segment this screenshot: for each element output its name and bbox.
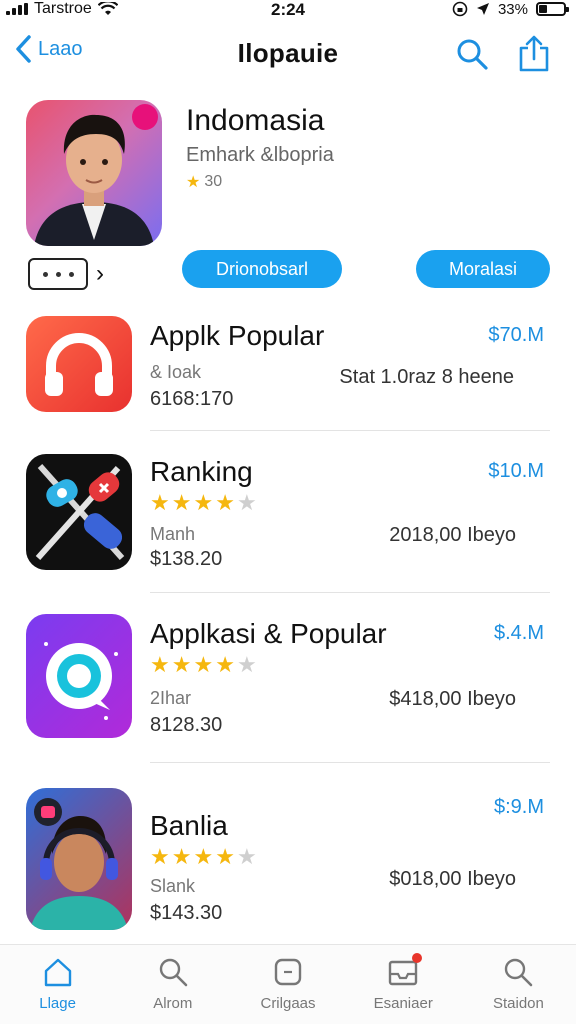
app-detail: $418,00 Ibeyo (389, 688, 516, 710)
category-icon (271, 955, 305, 989)
chat-app-icon (26, 614, 132, 738)
tab-label: Alrom (153, 995, 193, 1012)
headphones-icon (45, 333, 113, 396)
battery-percent: 33% (497, 0, 528, 18)
featured-rating: ★ 30 (186, 172, 222, 192)
search-icon (156, 955, 190, 989)
secondary-action-button[interactable]: Moralasi (416, 250, 550, 288)
app-name: Banlia (150, 810, 228, 841)
search-icon (457, 39, 488, 70)
chevron-right-icon[interactable]: › (96, 260, 104, 288)
app-size: 6168:170 (150, 388, 234, 410)
home-icon (41, 955, 75, 989)
tab-label: Staidon (492, 995, 544, 1012)
star-icon: ★ (215, 490, 235, 515)
featured-section: Indomasia Emhark &lbopria ★ 30 › Drionob… (0, 100, 576, 300)
app-meta: & Ioak (150, 362, 202, 382)
app-row[interactable]: Banlia $:9.M ★ ★ ★ ★ ★ Slank $143.30 $01… (0, 788, 576, 930)
card-toggle-button[interactable] (28, 258, 88, 290)
star-icon: ★ (171, 652, 192, 677)
app-detail: $018,00 Ibeyo (389, 868, 516, 890)
app-price-button[interactable]: $10.M (488, 460, 544, 483)
divider (150, 592, 550, 593)
location-icon (476, 3, 489, 15)
featured-subtitle: Emhark &lbopria (186, 144, 334, 166)
star-icon: ★ (193, 490, 214, 515)
tab-bar: Llage Alrom Crilgaas Esaniaer Staidon (0, 944, 576, 1024)
star-icon: ★ (215, 844, 235, 869)
primary-action-button[interactable]: Drionobsarl (182, 250, 342, 288)
person-with-headphones-icon (30, 798, 128, 930)
chat-bubble-icon (44, 642, 118, 720)
star-rating: ★ ★ ★ ★ ★ (150, 654, 257, 676)
search-icon (501, 955, 535, 989)
tools-app-icon (26, 454, 132, 570)
app-name: Ranking (150, 456, 253, 487)
app-size: 8128.30 (150, 714, 223, 736)
dot-icon (42, 271, 48, 277)
app-price-button[interactable]: $:9.M (494, 796, 544, 819)
star-icon: ★ (193, 652, 214, 677)
battery-icon (536, 2, 569, 16)
star-icon: ★ (171, 844, 192, 869)
tab-label: Crilgaas (260, 995, 316, 1012)
app-meta: 2Ihar (150, 688, 192, 708)
nav-bar: Laao Ilopauie (0, 28, 576, 80)
app-price-button[interactable]: $.4.M (494, 622, 544, 645)
star-icon: ★ (150, 844, 170, 869)
profile-app-icon (26, 788, 132, 930)
star-icon: ★ (150, 490, 170, 515)
notification-badge (412, 953, 423, 963)
divider (150, 430, 550, 431)
star-rating: ★ ★ ★ ★ ★ (150, 492, 257, 514)
dot-icon (55, 271, 61, 277)
featured-badge (132, 104, 158, 130)
app-name: Applkasi & Popular (150, 618, 387, 649)
star-icon: ★ (236, 490, 257, 515)
star-icon: ★ (171, 490, 192, 515)
status-right: 33% (452, 0, 569, 18)
tab-search[interactable]: Alrom (115, 945, 230, 1024)
dot-icon (68, 271, 74, 277)
tab-categories[interactable]: Crilgaas (230, 945, 345, 1024)
app-detail: Stat 1.0raz 8 heene (339, 366, 514, 388)
star-icon: ★ (236, 844, 257, 869)
battery-fill (539, 5, 547, 13)
app-meta: Manh (150, 524, 196, 544)
star-icon: ★ (186, 174, 201, 191)
featured-rating-value: 30 (204, 173, 223, 190)
status-bar: Tarstroe 2:24 33% (0, 0, 576, 24)
app-detail: 2018,00 Ibeyo (389, 524, 516, 546)
share-button[interactable] (514, 34, 554, 74)
tab-label: Esaniaer (373, 995, 433, 1012)
featured-avatar[interactable] (26, 100, 162, 246)
lock-rotation-icon (452, 1, 468, 17)
star-icon: ★ (150, 652, 170, 677)
app-size: $138.20 (150, 548, 223, 570)
app-row[interactable]: Ranking $10.M ★ ★ ★ ★ ★ Manh $138.20 201… (0, 452, 576, 584)
crossed-tools-icon (35, 464, 125, 560)
tab-search-2[interactable]: Staidon (461, 945, 576, 1024)
headphones-app-icon (26, 316, 132, 412)
app-row[interactable]: Applk Popular $70.M & Ioak 6168:170 Stat… (0, 316, 576, 448)
search-button[interactable] (452, 34, 492, 74)
app-row[interactable]: Applkasi & Popular $.4.M ★ ★ ★ ★ ★ 2Ihar… (0, 614, 576, 746)
share-icon (519, 35, 549, 72)
star-rating: ★ ★ ★ ★ ★ (150, 846, 257, 868)
inbox-icon (386, 953, 423, 989)
star-icon: ★ (236, 652, 257, 677)
tab-label: Llage (39, 995, 76, 1012)
star-icon: ★ (193, 844, 214, 869)
tab-home[interactable]: Llage (0, 945, 115, 1024)
app-price-button[interactable]: $70.M (488, 324, 544, 347)
app-size: $143.30 (150, 902, 223, 924)
featured-title: Indomasia (186, 104, 325, 137)
app-name: Applk Popular (150, 320, 325, 351)
divider (150, 762, 550, 763)
tab-inbox[interactable]: Esaniaer (346, 945, 461, 1024)
app-meta: Slank (150, 876, 196, 896)
star-icon: ★ (215, 652, 235, 677)
